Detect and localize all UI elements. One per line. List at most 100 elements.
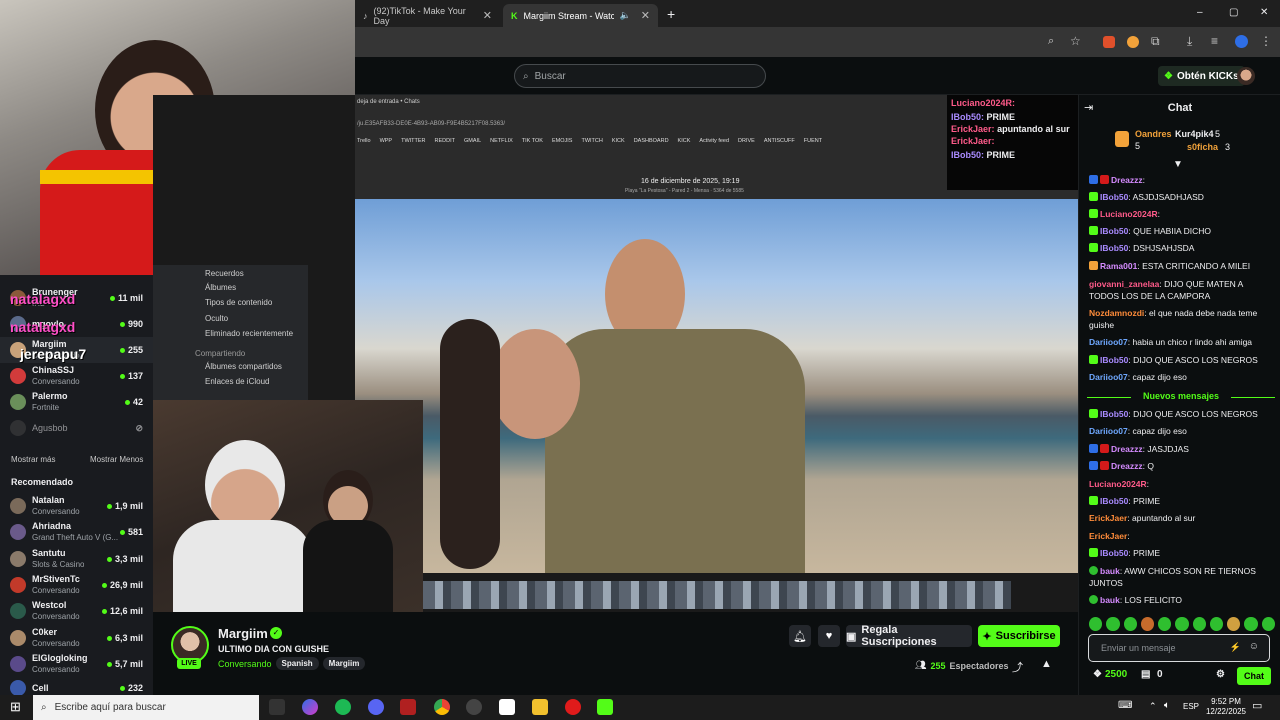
notifications-icon[interactable]: ▭	[1252, 699, 1262, 712]
emote-icon[interactable]	[1089, 617, 1103, 631]
stream-player[interactable]: deja de entrada • Chats /ju.E35AFB33-DE0…	[153, 95, 1078, 612]
notification-bell-button[interactable]: 🔔︎	[789, 625, 811, 647]
minimize-button[interactable]: –	[1197, 7, 1203, 18]
overlay-username: natalagxd	[10, 291, 76, 307]
capcut-icon[interactable]	[499, 699, 515, 715]
emote-icon[interactable]	[1158, 617, 1172, 631]
follow-button[interactable]: ♥	[818, 625, 840, 647]
search-input[interactable]: ⌕ Buscar	[514, 64, 766, 88]
settings-gear-icon[interactable]: ⚙	[1216, 669, 1225, 680]
chrome-icon[interactable]	[434, 699, 450, 715]
maximize-button[interactable]: ▢	[1229, 7, 1238, 18]
emote-icon[interactable]	[1261, 617, 1275, 631]
chat-footer: ❖ 2500 ▤ 0 ⚙ Chat	[1079, 667, 1280, 687]
obs-icon[interactable]	[466, 699, 482, 715]
report-icon[interactable]: ▲	[1041, 658, 1052, 670]
voicemod-icon[interactable]	[400, 699, 416, 715]
close-window-button[interactable]: ✕	[1260, 7, 1268, 18]
sidebar-item-mrstiventc[interactable]: MrStivenTc Conversando 26,9 mil	[0, 572, 153, 598]
zoom-icon[interactable]: ⌕	[1048, 35, 1054, 48]
emote-icon[interactable]	[1244, 617, 1258, 631]
send-chat-button[interactable]: Chat	[1237, 667, 1271, 685]
sidebar-item-natalan[interactable]: Natalan Conversando 1,9 mil	[0, 493, 153, 519]
spotify-icon[interactable]	[335, 699, 351, 715]
tag-margiim[interactable]: Margiim	[322, 657, 366, 670]
extension-icon[interactable]	[1103, 36, 1115, 48]
tag-spanish[interactable]: Spanish	[275, 657, 319, 670]
overlay-username: natalagxd	[10, 319, 76, 335]
opera-icon[interactable]	[565, 699, 581, 715]
gift-icon: ▣	[846, 630, 857, 643]
emote-icon[interactable]	[1106, 617, 1120, 631]
close-tab-icon[interactable]: ✕	[641, 9, 650, 22]
chat-input[interactable]: Enviar un mensaje ⚡ ☺	[1088, 634, 1270, 662]
channel-name[interactable]: Margiim	[218, 626, 268, 641]
taskbar-search-input[interactable]: ⌕ Escribe aquí para buscar	[33, 695, 259, 720]
new-tab-button[interactable]: +	[667, 6, 675, 22]
media-icon[interactable]: ≡	[1211, 34, 1218, 48]
show-less-link[interactable]: Mostrar Menos	[90, 455, 143, 464]
sidebar-item-ahriadna[interactable]: Ahriadna Grand Theft Auto V (G... 581	[0, 519, 153, 545]
sidebar-item-chinassj[interactable]: ChinaSSJ Conversando 137	[0, 363, 153, 389]
category-link[interactable]: Conversando	[218, 659, 272, 669]
sidebar-item-cell[interactable]: Cell 232	[0, 675, 153, 695]
tab-margiim[interactable]: K Margiim Stream - Watch Li 🔈 ✕	[503, 4, 658, 27]
sidebar-item-c0ker[interactable]: C0ker Conversando 6,3 mil	[0, 625, 153, 651]
discord-icon[interactable]	[368, 699, 384, 715]
chat-message: Luciano2024R:	[1089, 479, 1150, 489]
volume-icon[interactable]: 🔈︎	[1164, 700, 1170, 711]
user-avatar[interactable]	[1237, 67, 1255, 85]
task-view-icon[interactable]	[269, 699, 285, 715]
photo-filmstrip	[423, 581, 1011, 609]
avatar	[10, 680, 26, 695]
live-badge: LIVE	[177, 658, 201, 669]
sidebar-item-palermo[interactable]: Palermo Fortnite 42	[0, 389, 153, 415]
kick-emote-icon[interactable]: ⚡	[1230, 642, 1241, 653]
sidebar-item-santutu[interactable]: Santutu Slots & Casino 3,3 mil	[0, 546, 153, 572]
emote-icon[interactable]	[1209, 617, 1224, 631]
sidebar-item-westcol[interactable]: Westcol Conversando 12,6 mil	[0, 598, 153, 624]
get-kicks-button[interactable]: ❖ Obtén KICKs	[1158, 66, 1245, 86]
extension-icon[interactable]	[1127, 36, 1139, 48]
emoji-icon[interactable]: ☺	[1249, 641, 1259, 652]
download-icon[interactable]: ⤓	[1187, 34, 1192, 49]
emote-icon[interactable]	[1123, 617, 1137, 631]
subscribe-button[interactable]: ✦ Suscribirse	[978, 625, 1060, 647]
sidebar-item-elglogloking[interactable]: ElGlogloking Conversando 5,7 mil	[0, 651, 153, 677]
avatar	[10, 524, 26, 540]
speaker-icon[interactable]: 🔈	[620, 10, 631, 21]
chat-message: Nozdamnozdi: el que nada debe nada teme …	[1089, 308, 1258, 330]
windows-start-icon[interactable]: ⊞	[10, 699, 21, 715]
emote-icon[interactable]	[1227, 617, 1241, 631]
emote-icon[interactable]	[1140, 617, 1155, 631]
kick-app-icon[interactable]	[597, 699, 613, 715]
bookmark-star-icon[interactable]: ☆	[1070, 34, 1081, 48]
keyboard-icon[interactable]: ⌨	[1118, 700, 1132, 711]
profile-icon[interactable]	[1235, 35, 1248, 48]
avatar	[10, 368, 26, 384]
puzzle-icon[interactable]: ⧉	[1151, 34, 1160, 49]
show-more-link[interactable]: Mostrar más	[11, 455, 55, 464]
person-face	[205, 440, 285, 530]
channel-points[interactable]: 0	[1157, 669, 1163, 680]
copilot-icon[interactable]	[302, 699, 318, 715]
file-explorer-icon[interactable]	[532, 699, 548, 715]
chat-message: Dreazzz:	[1089, 175, 1275, 187]
emote-icon[interactable]	[1175, 617, 1189, 631]
tab-tiktok[interactable]: ♪ (92)TikTok - Make Your Day ✕	[355, 4, 500, 27]
share-icon[interactable]: ⤴	[1012, 659, 1023, 675]
menu-icon[interactable]: ⋮	[1260, 34, 1272, 48]
emote-icon[interactable]	[1192, 617, 1206, 631]
sidebar-item-agusbob[interactable]: Agusbob ⊘	[0, 415, 153, 441]
live-dot-icon	[119, 347, 125, 353]
input-language[interactable]: ESP	[1183, 702, 1199, 711]
taskbar-clock[interactable]: 9:52 PM 12/22/2025	[1206, 697, 1246, 717]
tray-chevron-icon[interactable]: ⌃	[1149, 701, 1157, 712]
close-tab-icon[interactable]: ✕	[483, 9, 492, 22]
kicks-icon: ❖	[1093, 669, 1102, 680]
tiktok-icon: ♪	[363, 10, 368, 21]
badge-icon	[1089, 409, 1098, 418]
chevron-down-icon[interactable]: ▼	[1173, 159, 1183, 170]
gift-subs-button[interactable]: ▣ Regala Suscripciones	[846, 624, 972, 648]
kicks-balance[interactable]: 2500	[1105, 669, 1127, 680]
